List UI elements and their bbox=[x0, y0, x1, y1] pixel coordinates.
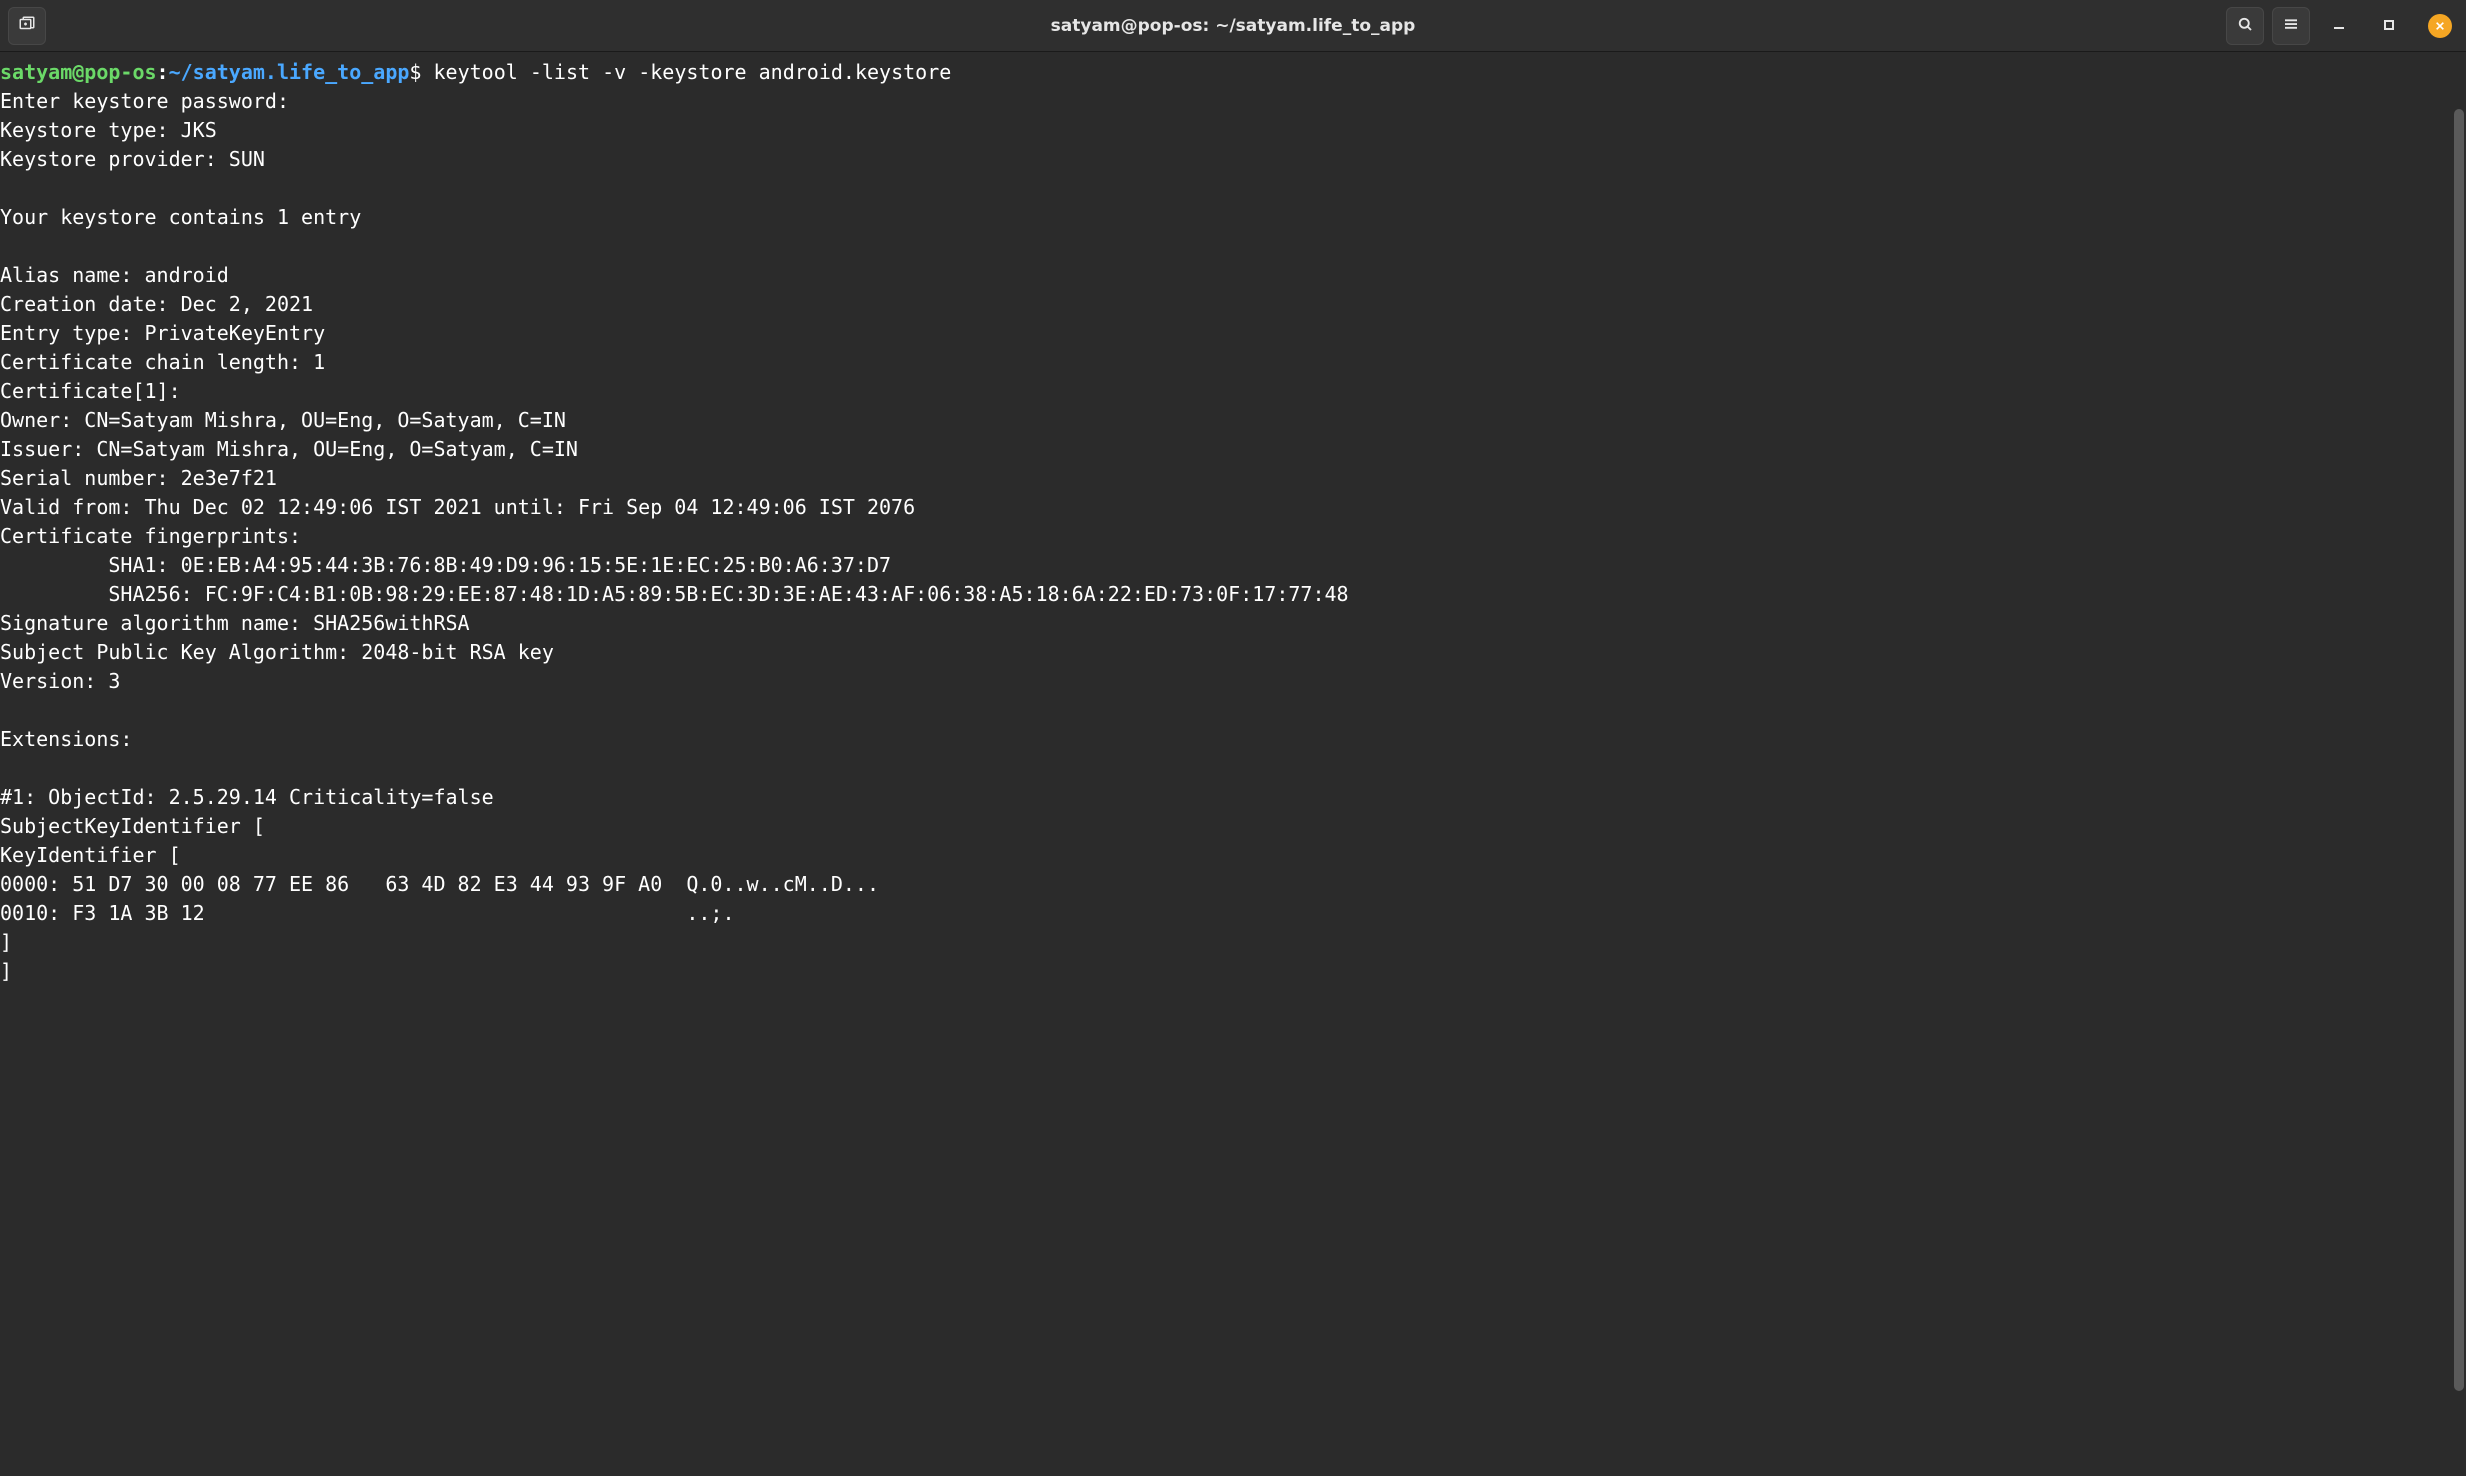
hamburger-menu-icon bbox=[2282, 15, 2300, 37]
window-title: satyam@pop-os: ~/satyam.life_to_app bbox=[0, 16, 2466, 36]
prompt-user-host: satyam@pop-os bbox=[0, 60, 157, 84]
scrollbar-thumb[interactable] bbox=[2454, 109, 2464, 1391]
menu-button[interactable] bbox=[2272, 7, 2310, 45]
terminal-content[interactable]: satyam@pop-os:~/satyam.life_to_app$ keyt… bbox=[0, 52, 2466, 1476]
minimize-button[interactable] bbox=[2318, 5, 2360, 47]
scrollbar[interactable] bbox=[2452, 52, 2464, 1476]
close-icon bbox=[2435, 16, 2445, 35]
prompt-separator: : bbox=[157, 60, 169, 84]
command-output: Enter keystore password: Keystore type: … bbox=[0, 89, 1349, 983]
search-icon bbox=[2236, 15, 2254, 37]
minimize-icon bbox=[2333, 16, 2345, 35]
titlebar: satyam@pop-os: ~/satyam.life_to_app bbox=[0, 0, 2466, 52]
maximize-button[interactable] bbox=[2368, 5, 2410, 47]
prompt-path: ~/satyam.life_to_app bbox=[169, 60, 410, 84]
prompt-sign: $ bbox=[409, 60, 433, 84]
new-tab-button[interactable] bbox=[8, 7, 46, 45]
close-button[interactable] bbox=[2428, 14, 2452, 38]
terminal-window: satyam@pop-os: ~/satyam.life_to_app bbox=[0, 0, 2466, 1476]
new-tab-icon bbox=[18, 15, 36, 37]
search-button[interactable] bbox=[2226, 7, 2264, 45]
terminal-area[interactable]: satyam@pop-os:~/satyam.life_to_app$ keyt… bbox=[0, 52, 2466, 1476]
maximize-icon bbox=[2383, 16, 2395, 35]
command-text: keytool -list -v -keystore android.keyst… bbox=[434, 60, 952, 84]
